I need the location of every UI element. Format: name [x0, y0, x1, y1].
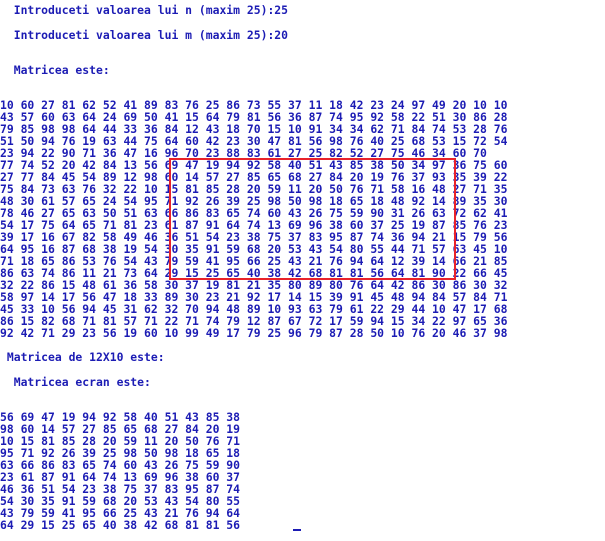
submatrix-highlight-box — [169, 158, 456, 280]
prompt-n-line: Introduceti valoarea lui n (maxim 25):25 — [0, 3, 289, 17]
console-window: Introduceti valoarea lui n (maxim 25):25… — [0, 0, 605, 541]
submatrix-title: Matricea de 12X10 este: — [0, 350, 165, 364]
screen-row: 64 29 15 25 65 40 38 42 68 81 81 56 — [0, 518, 241, 532]
text-cursor — [293, 529, 301, 531]
screen-matrix-title: Matricea ecran este: — [0, 375, 151, 389]
prompt-m-line: Introduceti valoarea lui m (maxim 25):20 — [0, 28, 289, 42]
matrix-title: Matricea este: — [0, 63, 110, 77]
matrix-row: 92 42 71 29 23 56 19 60 10 99 49 17 79 2… — [0, 326, 508, 340]
